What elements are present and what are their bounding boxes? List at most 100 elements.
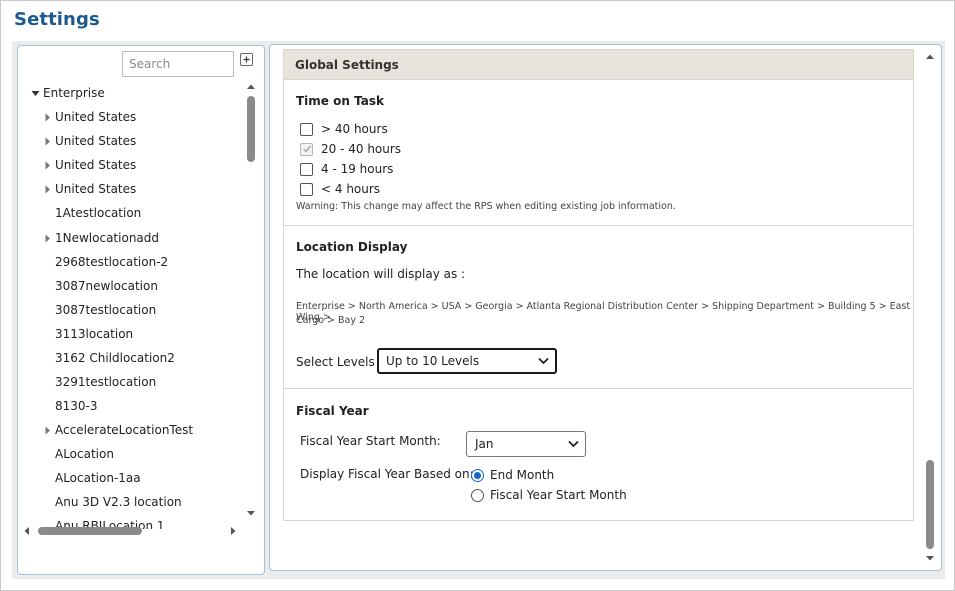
scroll-up-arrow-icon bbox=[247, 84, 255, 89]
tree-item[interactable]: 1Atestlocation bbox=[55, 203, 141, 223]
caret-right-icon[interactable] bbox=[42, 233, 52, 243]
tree-item-label: 3087newlocation bbox=[55, 279, 158, 293]
select-levels-dropdown[interactable]: Up to 10 Levels bbox=[377, 348, 557, 374]
tree-item-label: 3113location bbox=[55, 327, 134, 341]
fiscal-start-month-value: Jan bbox=[475, 437, 494, 451]
time-on-task-section: Time on Task > 40 hours 20 - 40 hours 4 … bbox=[283, 80, 914, 226]
checkbox-label: 4 - 19 hours bbox=[321, 162, 394, 176]
select-levels-value: Up to 10 Levels bbox=[386, 354, 480, 368]
checkbox[interactable] bbox=[300, 182, 313, 196]
tree-item-label: 8130-3 bbox=[55, 399, 98, 413]
tree-item[interactable]: 3162 Childlocation2 bbox=[55, 348, 175, 368]
tree-item[interactable]: ALocation-1aa bbox=[55, 468, 141, 488]
radio-label: Fiscal Year Start Month bbox=[490, 488, 627, 502]
tree-item-enterprise[interactable]: Enterprise bbox=[30, 83, 105, 103]
radio-button-checked[interactable] bbox=[471, 468, 484, 482]
tree-item[interactable]: United States bbox=[42, 107, 136, 127]
tree-item-label: United States bbox=[55, 182, 137, 196]
tree-item-label: United States bbox=[55, 110, 137, 124]
tree-item[interactable]: Anu 3D V2.3 location bbox=[55, 492, 182, 512]
location-display-section: Location Display The location will displ… bbox=[283, 226, 914, 389]
chevron-down-icon bbox=[568, 440, 579, 448]
checkbox-label: > 40 hours bbox=[321, 122, 388, 136]
time-option-over-40[interactable]: > 40 hours bbox=[300, 122, 388, 136]
settings-panel: Global Settings Time on Task > 40 hours … bbox=[269, 44, 942, 571]
tree-search-input[interactable] bbox=[122, 51, 234, 77]
tree-item[interactable]: 3113location bbox=[55, 324, 133, 344]
tree-item-label: 1Newlocationadd bbox=[55, 231, 160, 245]
tree-item-label: ALocation-1aa bbox=[55, 471, 141, 485]
caret-right-icon[interactable] bbox=[42, 160, 52, 170]
scrollbar-thumb bbox=[38, 527, 142, 535]
settings-vertical-scrollbar[interactable] bbox=[922, 49, 938, 567]
time-on-task-warning: Warning: This change may affect the RPS … bbox=[296, 201, 676, 212]
scroll-up-arrow-icon bbox=[926, 54, 934, 59]
tree-item-label: 3087testlocation bbox=[55, 303, 157, 317]
tree-item[interactable]: 3087newlocation bbox=[55, 276, 158, 296]
fiscal-year-section: Fiscal Year Fiscal Year Start Month: Jan… bbox=[283, 389, 914, 521]
fiscal-start-month-dropdown[interactable]: Jan bbox=[466, 431, 586, 457]
scroll-right-arrow-icon bbox=[231, 527, 236, 535]
checkbox-label: 20 - 40 hours bbox=[321, 142, 402, 156]
tree-item[interactable]: United States bbox=[42, 179, 136, 199]
location-path-line-2: Cargo > Bay 2 bbox=[296, 315, 366, 326]
chevron-down-icon bbox=[538, 357, 549, 365]
tree-horizontal-scrollbar[interactable] bbox=[22, 524, 242, 538]
radio-label: End Month bbox=[490, 468, 555, 482]
scroll-down-arrow-icon bbox=[247, 511, 255, 516]
tree-item-label: Anu 3D V2.3 location bbox=[55, 495, 182, 509]
tree-item-label: United States bbox=[55, 134, 137, 148]
location-tree-panel: Enterprise United States United States U… bbox=[17, 45, 265, 575]
tree-item-label: 3291testlocation bbox=[55, 375, 157, 389]
tree-item[interactable]: 1Newlocationadd bbox=[42, 228, 159, 248]
tree-item[interactable]: AccelerateLocationTest bbox=[42, 420, 193, 440]
location-display-title: Location Display bbox=[296, 240, 408, 254]
caret-down-icon[interactable] bbox=[30, 88, 40, 98]
settings-window: Settings Enterprise United States United bbox=[0, 0, 955, 591]
tree-item-label: ALocation bbox=[55, 447, 114, 461]
scroll-left-arrow-icon bbox=[24, 527, 29, 535]
tree-item-label: 1Atestlocation bbox=[55, 206, 142, 220]
radio-button[interactable] bbox=[471, 488, 484, 502]
radio-end-month[interactable]: End Month bbox=[471, 468, 554, 482]
caret-right-icon[interactable] bbox=[42, 425, 52, 435]
tree-item-label: United States bbox=[55, 158, 137, 172]
global-settings-header: Global Settings bbox=[283, 49, 914, 80]
radio-fiscal-year-start-month[interactable]: Fiscal Year Start Month bbox=[471, 488, 627, 502]
tree-item[interactable]: 3087testlocation bbox=[55, 300, 156, 320]
tree-item-label: 2968testlocation-2 bbox=[55, 255, 169, 269]
plus-box-icon bbox=[243, 56, 250, 63]
scrollbar-thumb bbox=[926, 460, 934, 549]
select-levels-label: Select Levels : bbox=[296, 355, 383, 369]
tree-item[interactable]: United States bbox=[42, 131, 136, 151]
global-settings: Global Settings Time on Task > 40 hours … bbox=[283, 49, 914, 521]
tree-item[interactable]: 2968testlocation-2 bbox=[55, 252, 168, 272]
expand-all-button[interactable] bbox=[240, 53, 253, 66]
tree-item-label: Enterprise bbox=[43, 86, 105, 100]
location-path-line-1: Enterprise > North America > USA > Georg… bbox=[296, 301, 911, 323]
location-display-intro: The location will display as : bbox=[296, 267, 466, 281]
scrollbar-thumb bbox=[247, 96, 255, 162]
time-option-20-40: 20 - 40 hours bbox=[300, 142, 401, 156]
time-on-task-title: Time on Task bbox=[296, 94, 384, 108]
checkbox[interactable] bbox=[300, 122, 313, 136]
fiscal-based-on-label: Display Fiscal Year Based on: bbox=[300, 467, 474, 481]
location-tree: Enterprise United States United States U… bbox=[18, 82, 244, 529]
scroll-down-arrow-icon bbox=[926, 556, 934, 561]
tree-item-label: AccelerateLocationTest bbox=[55, 423, 194, 437]
time-option-4-19[interactable]: 4 - 19 hours bbox=[300, 162, 393, 176]
time-option-under-4[interactable]: < 4 hours bbox=[300, 182, 380, 196]
tree-item-label: 3162 Childlocation2 bbox=[55, 351, 175, 365]
tree-item[interactable]: United States bbox=[42, 155, 136, 175]
tree-item[interactable]: 8130-3 bbox=[55, 396, 98, 416]
checkbox-label: < 4 hours bbox=[321, 182, 381, 196]
tree-vertical-scrollbar[interactable] bbox=[244, 82, 258, 522]
checkmark-icon bbox=[302, 145, 311, 153]
caret-right-icon[interactable] bbox=[42, 112, 52, 122]
caret-right-icon[interactable] bbox=[42, 136, 52, 146]
tree-item[interactable]: 3291testlocation bbox=[55, 372, 156, 392]
tree-item[interactable]: ALocation bbox=[55, 444, 114, 464]
caret-right-icon[interactable] bbox=[42, 184, 52, 194]
fiscal-year-title: Fiscal Year bbox=[296, 404, 369, 418]
checkbox[interactable] bbox=[300, 162, 313, 176]
